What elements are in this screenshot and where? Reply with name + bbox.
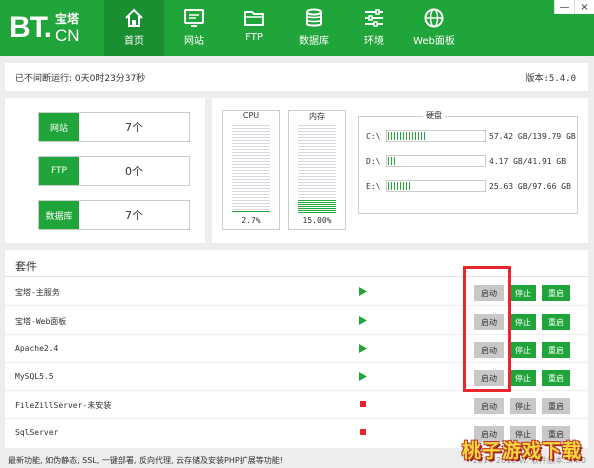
stop-button[interactable]: 停止 <box>510 342 536 358</box>
service-row: FileZillServer-未安装 启动 停止 重启 <box>5 392 588 419</box>
stop-square-icon <box>360 429 366 435</box>
watermark-logo: 桃子游戏下载 <box>461 439 582 462</box>
nav-environment[interactable]: 环境 <box>344 0 404 56</box>
nav-ftp[interactable]: FTP <box>224 0 284 56</box>
stat-database-label: 数据库 <box>39 201 79 229</box>
stats-panel: 网站 7个 FTP 0个 数据库 7个 <box>5 98 205 243</box>
cpu-gauge: CPU 2.7% <box>222 110 280 230</box>
disk-e-bar <box>386 180 486 192</box>
disk-e-fill <box>388 182 412 190</box>
stop-button[interactable]: 停止 <box>510 314 536 330</box>
play-icon <box>359 372 367 381</box>
logo-bt-text: BT. <box>9 11 52 44</box>
service-name: Apache2.4 <box>15 344 59 353</box>
disk-d-label: D:\ <box>366 156 381 166</box>
stat-website-value: 7个 <box>125 121 143 134</box>
header-bar: BT. 宝塔 CN 首页 网站 FTP 数据库 环境 Web面板 — × <box>0 0 594 56</box>
disk-c-text: 57.42 GB/139.79 GB <box>489 131 576 141</box>
logo-cn-top: 宝塔 <box>55 11 80 26</box>
memory-gauge-bar <box>298 125 336 213</box>
bt-logo: BT. 宝塔 CN <box>9 10 80 46</box>
disk-d-text: 4.17 GB/41.91 GB <box>489 156 567 166</box>
stat-ftp[interactable]: FTP 0个 <box>38 156 190 186</box>
restart-button[interactable]: 重启 <box>542 370 570 386</box>
nav-web-panel[interactable]: Web面板 <box>404 0 464 56</box>
services-title: 套件 <box>15 260 37 273</box>
play-icon <box>359 316 367 325</box>
nav-database[interactable]: 数据库 <box>284 0 344 56</box>
nav-web-panel-label: Web面板 <box>413 36 455 47</box>
restart-button[interactable]: 重启 <box>542 398 570 414</box>
disk-e-label: E:\ <box>366 181 381 191</box>
start-button[interactable]: 启动 <box>474 398 504 414</box>
disk-box: 硬盘 C:\ 57.42 GB/139.79 GB D:\ 4.17 GB/41… <box>358 110 578 214</box>
database-icon <box>306 8 322 27</box>
globe-icon <box>424 8 444 28</box>
disk-c-fill <box>388 132 427 140</box>
disk-c-label: C:\ <box>366 131 381 141</box>
memory-gauge: 内存 15.00% <box>288 110 346 230</box>
stop-button[interactable]: 停止 <box>510 370 536 386</box>
nav-ftp-label: FTP <box>245 32 263 43</box>
restart-button[interactable]: 重启 <box>542 285 570 301</box>
disk-row-d: D:\ 4.17 GB/41.91 GB <box>366 154 566 168</box>
version-text: 版本:5.4.0 <box>525 74 576 84</box>
cpu-gauge-title: CPU <box>242 111 260 120</box>
disk-e-text: 25.63 GB/97.66 GB <box>489 181 571 191</box>
stat-database[interactable]: 数据库 7个 <box>38 200 190 230</box>
cpu-gauge-value: 2.7% <box>241 216 261 225</box>
service-name: SqlServer <box>15 428 59 437</box>
cpu-gauge-bar <box>232 125 270 213</box>
nav-home-label: 首页 <box>124 36 144 47</box>
nav-website[interactable]: 网站 <box>164 0 224 56</box>
disk-row-e: E:\ 25.63 GB/97.66 GB <box>366 179 571 193</box>
stat-ftp-value: 0个 <box>125 165 143 178</box>
restart-button[interactable]: 重启 <box>542 342 570 358</box>
restart-button[interactable]: 重启 <box>542 314 570 330</box>
stop-button[interactable]: 停止 <box>510 285 536 301</box>
nav-home[interactable]: 首页 <box>104 0 164 56</box>
stat-ftp-label: FTP <box>39 157 79 185</box>
disk-d-bar <box>386 155 486 167</box>
main-nav: 首页 网站 FTP 数据库 环境 Web面板 <box>104 0 464 56</box>
window-controls: — × <box>554 0 594 14</box>
disk-title: 硬盘 <box>423 110 445 121</box>
memory-gauge-fill <box>298 199 336 213</box>
stat-website-label: 网站 <box>39 113 79 141</box>
status-bar: 已不间断运行: 0天0时23分37秒 版本:5.4.0 <box>5 63 588 91</box>
highlight-annotation-box <box>463 266 511 392</box>
uptime-text: 已不间断运行: 0天0时23分37秒 <box>15 74 146 84</box>
folder-icon <box>244 11 264 26</box>
close-button[interactable]: × <box>574 0 594 14</box>
stop-square-icon <box>360 401 366 407</box>
resource-panel: CPU 2.7% 内存 15.00% 硬盘 C:\ 57.42 GB/139.7… <box>212 98 588 243</box>
home-icon <box>125 8 143 27</box>
logo-cn-bottom: CN <box>55 25 80 45</box>
play-icon <box>359 287 367 296</box>
stat-website[interactable]: 网站 7个 <box>38 112 190 142</box>
monitor-icon <box>184 9 204 27</box>
cpu-gauge-fill <box>232 210 270 213</box>
minimize-button[interactable]: — <box>554 0 574 14</box>
service-name: 宝塔-主服务 <box>15 288 60 297</box>
sliders-icon <box>365 9 383 27</box>
memory-gauge-value: 15.00% <box>302 216 332 225</box>
disk-row-c: C:\ 57.42 GB/139.79 GB <box>366 129 576 143</box>
memory-gauge-title: 内存 <box>309 112 325 121</box>
nav-environment-label: 环境 <box>364 36 384 47</box>
nav-website-label: 网站 <box>184 36 204 47</box>
footer-news-text: 最新功能, 如伪静态, SSL, 一键部署, 反向代理, 云存储及安装PHP扩展… <box>8 456 283 465</box>
stat-database-value: 7个 <box>125 209 143 222</box>
play-icon <box>359 344 367 353</box>
service-name: 宝塔-Web面板 <box>15 317 67 326</box>
disk-c-bar <box>386 130 486 142</box>
disk-d-fill <box>388 157 396 165</box>
service-name: FileZillServer-未安装 <box>15 401 112 410</box>
service-name: MySQL5.5 <box>15 372 54 381</box>
nav-database-label: 数据库 <box>299 36 329 47</box>
stop-button[interactable]: 停止 <box>510 398 536 414</box>
